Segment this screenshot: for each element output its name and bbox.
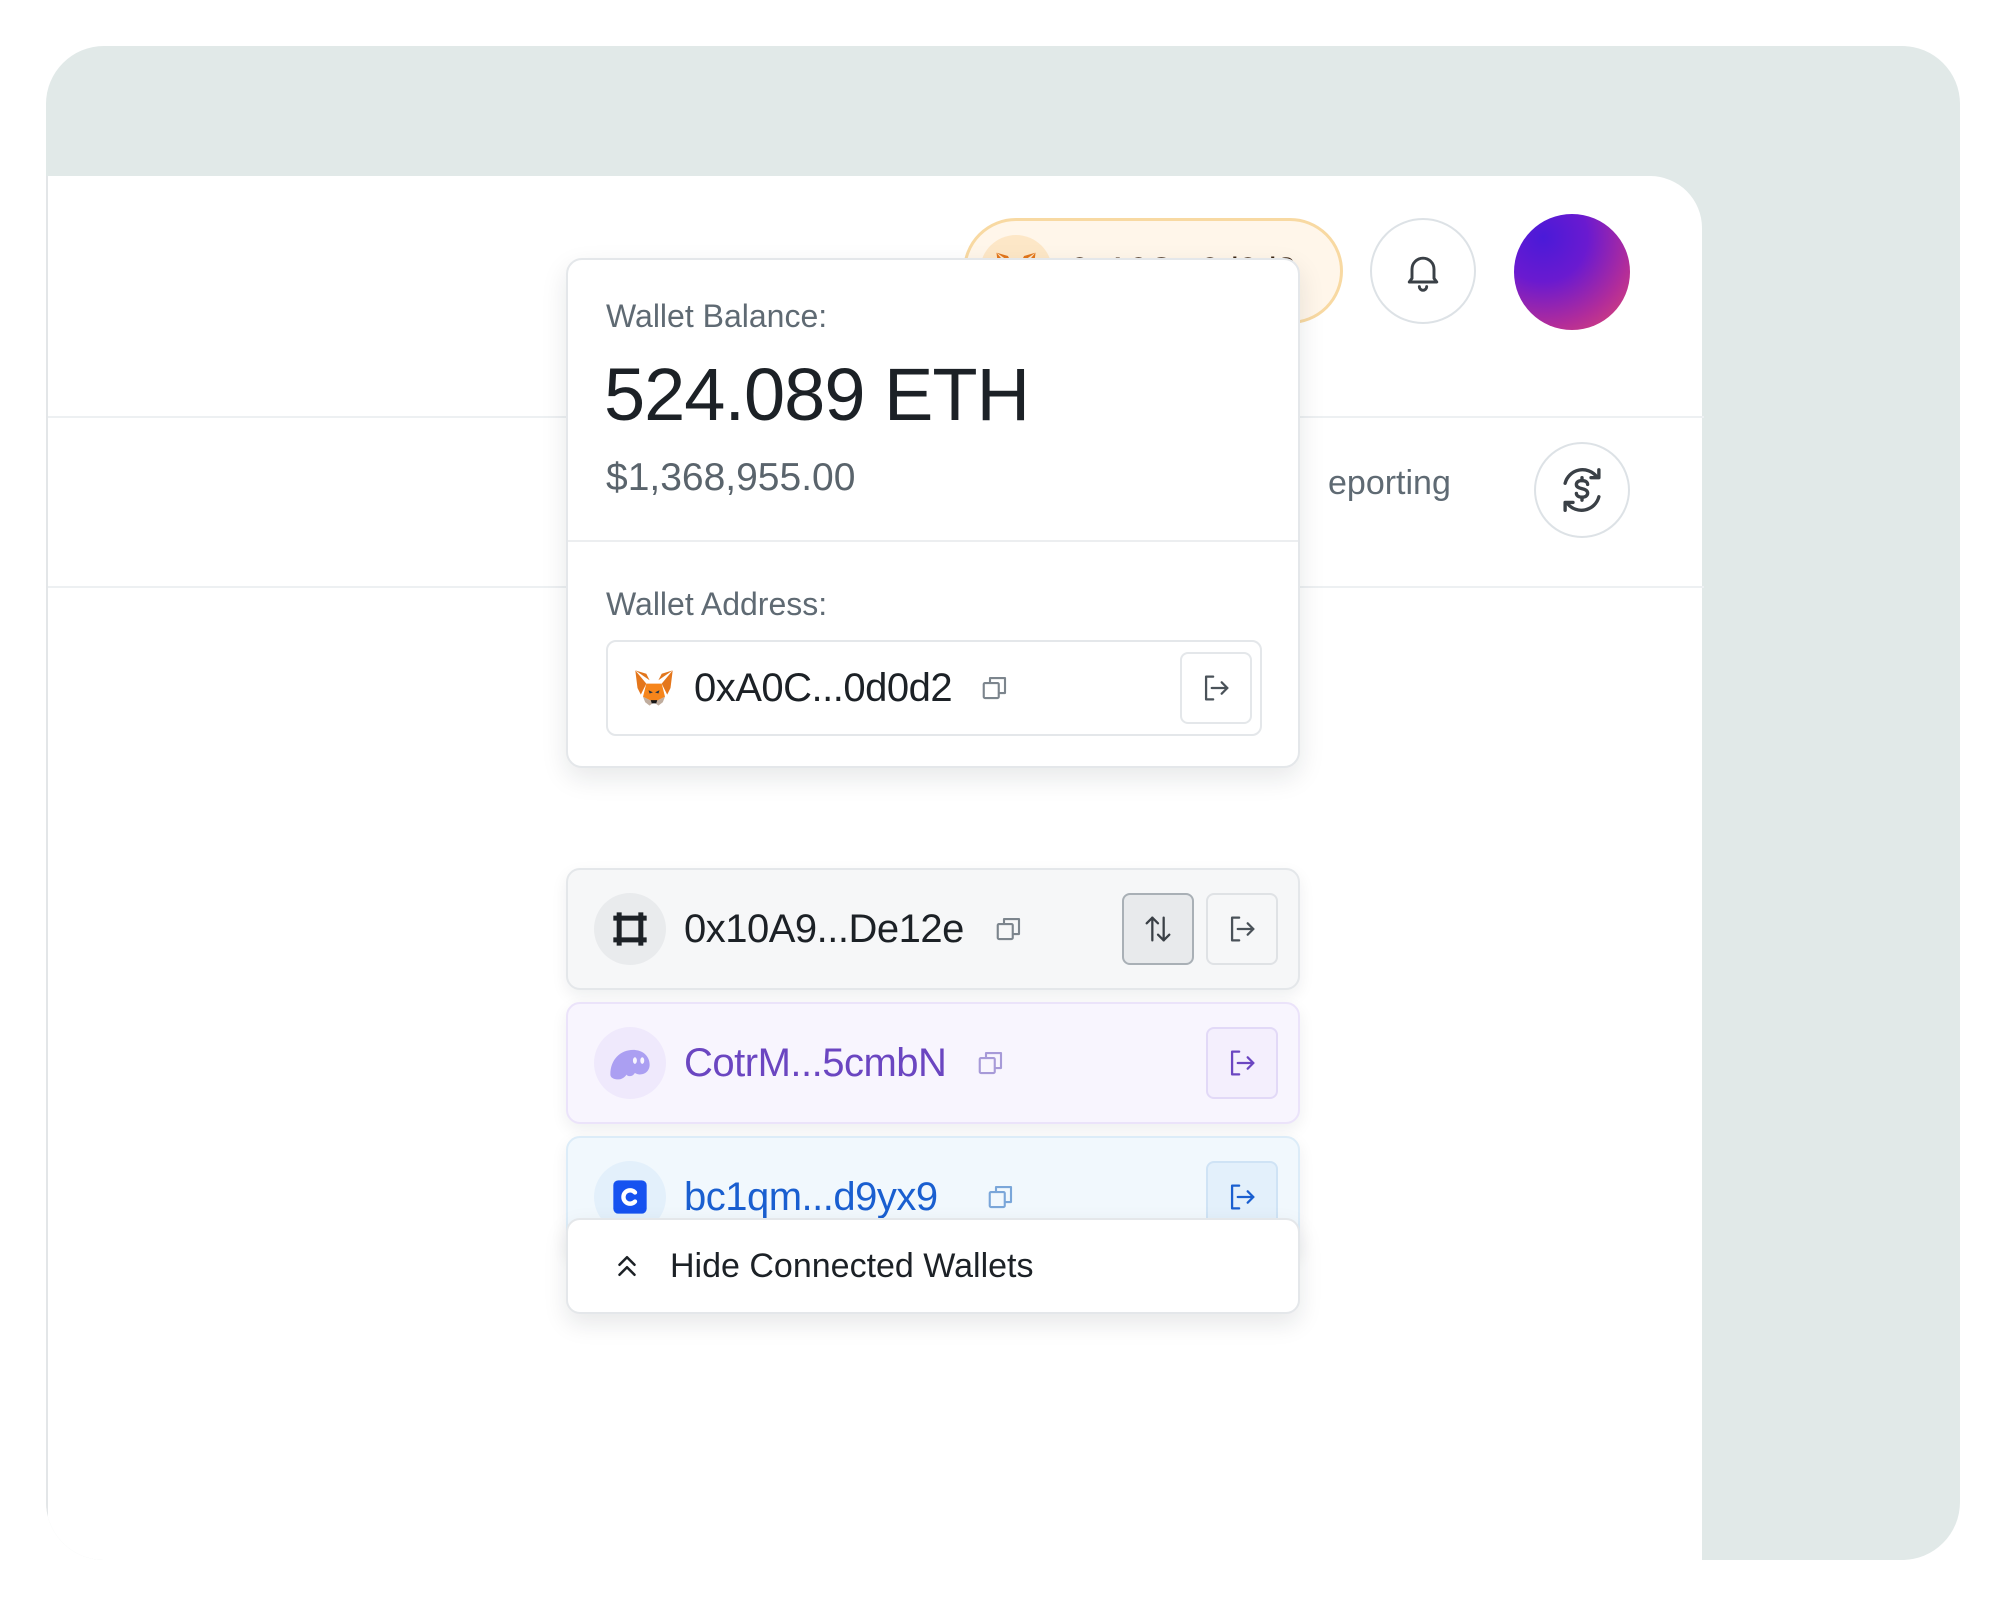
dollar-sync-icon [1563, 468, 1601, 512]
dropdown-divider [568, 540, 1298, 542]
balance-eth: 524.089 ETH [604, 353, 1030, 436]
balance-label: Wallet Balance: [606, 298, 828, 334]
wallet-address: 0x10A9...De12e [684, 906, 964, 951]
notifications-button[interactable] [1370, 218, 1476, 324]
copy-icon[interactable] [980, 673, 1010, 703]
tab-reporting[interactable]: eporting [1328, 464, 1451, 503]
copy-icon[interactable] [976, 1048, 1006, 1078]
hide-connected-wallets-label: Hide Connected Wallets [670, 1246, 1034, 1285]
frame-wallet-icon [594, 893, 666, 965]
balance-usd: $1,368,955.00 [606, 456, 856, 499]
switch-wallet-button[interactable] [1122, 893, 1194, 965]
copy-icon[interactable] [986, 1182, 1016, 1212]
disconnect-button[interactable] [1206, 893, 1278, 965]
primary-wallet-address: 0xA0C...0d0d2 [694, 665, 953, 710]
metamask-fox-icon [635, 670, 673, 706]
avatar[interactable] [1514, 214, 1630, 330]
wallet-address: bc1qm...d9yx9 [684, 1174, 938, 1219]
copy-icon[interactable] [994, 914, 1024, 944]
primary-wallet-address-box: 0xA0C...0d0d2 [606, 640, 1262, 736]
disconnect-button[interactable] [1206, 1027, 1278, 1099]
currency-sync-button[interactable] [1534, 442, 1630, 538]
connected-wallet-row: 0x10A9...De12e [566, 868, 1300, 990]
wallet-dropdown: Wallet Balance: 524.089 ETH $1,368,955.0… [566, 258, 1300, 768]
connected-wallet-row: CotrM...5cmbN [566, 1002, 1300, 1124]
address-label: Wallet Address: [606, 586, 828, 622]
logout-icon [1230, 1050, 1255, 1076]
logout-icon [1204, 675, 1229, 701]
wallet-address: CotrM...5cmbN [684, 1040, 947, 1085]
disconnect-button[interactable] [1180, 652, 1252, 724]
phantom-ghost-icon [594, 1027, 666, 1099]
chevrons-up-icon [618, 1256, 636, 1276]
logout-icon [1230, 1184, 1255, 1210]
switch-arrows-icon [1145, 916, 1171, 942]
bell-icon [1407, 256, 1439, 292]
logout-icon [1230, 916, 1255, 942]
hide-connected-wallets-button[interactable]: Hide Connected Wallets [566, 1218, 1300, 1314]
